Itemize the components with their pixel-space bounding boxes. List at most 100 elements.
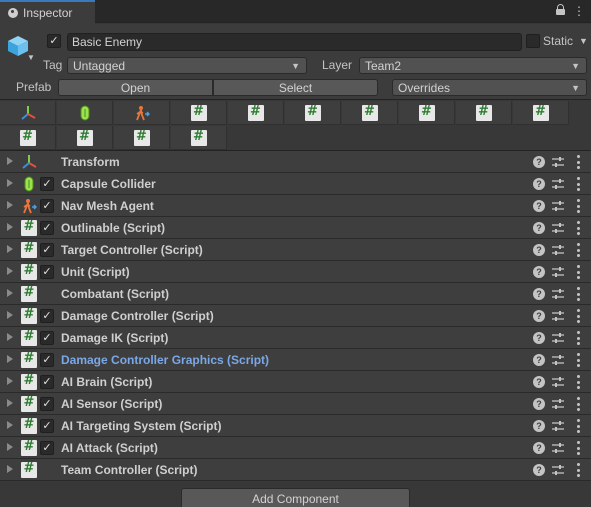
foldout-arrow-icon[interactable]	[7, 443, 13, 451]
presets-icon[interactable]	[552, 398, 564, 410]
component-header-row[interactable]: ✓ Nav Mesh Agent?	[0, 195, 591, 217]
tab-inspector[interactable]: Inspector	[0, 0, 95, 24]
component-grid-cell[interactable]	[228, 101, 284, 125]
help-icon[interactable]: ?	[533, 200, 545, 212]
component-enabled-checkbox[interactable]: ✓	[40, 441, 54, 455]
presets-icon[interactable]	[552, 266, 564, 278]
component-menu-icon[interactable]	[576, 287, 580, 301]
component-enabled-checkbox[interactable]: ✓	[40, 419, 54, 433]
component-menu-icon[interactable]	[576, 419, 580, 433]
component-enabled-checkbox[interactable]: ✓	[40, 243, 54, 257]
add-component-button[interactable]: Add Component	[181, 488, 410, 507]
component-menu-icon[interactable]	[576, 441, 580, 455]
component-menu-icon[interactable]	[576, 265, 580, 279]
presets-icon[interactable]	[552, 222, 564, 234]
help-icon[interactable]: ?	[533, 156, 545, 168]
component-grid-cell[interactable]	[171, 126, 227, 150]
presets-icon[interactable]	[552, 442, 564, 454]
component-menu-icon[interactable]	[576, 397, 580, 411]
component-header-row[interactable]: ✓ Damage Controller (Script)?	[0, 305, 591, 327]
foldout-arrow-icon[interactable]	[7, 377, 13, 385]
component-header-row[interactable]: ✓ AI Attack (Script)?	[0, 437, 591, 459]
presets-icon[interactable]	[552, 178, 564, 190]
component-header-row[interactable]: Transform?	[0, 151, 591, 173]
static-dropdown-arrow-icon[interactable]: ▼	[579, 36, 588, 46]
component-header-row[interactable]: ✓ Capsule Collider?	[0, 173, 591, 195]
presets-icon[interactable]	[552, 200, 564, 212]
component-header-row[interactable]: ✓ AI Sensor (Script)?	[0, 393, 591, 415]
foldout-arrow-icon[interactable]	[7, 179, 13, 187]
help-icon[interactable]: ?	[533, 178, 545, 190]
presets-icon[interactable]	[552, 354, 564, 366]
help-icon[interactable]: ?	[533, 288, 545, 300]
help-icon[interactable]: ?	[533, 420, 545, 432]
foldout-arrow-icon[interactable]	[7, 355, 13, 363]
help-icon[interactable]: ?	[533, 398, 545, 410]
component-grid-cell[interactable]	[57, 126, 113, 150]
presets-icon[interactable]	[552, 288, 564, 300]
component-header-row[interactable]: ✓ Damage Controller Graphics (Script)?	[0, 349, 591, 371]
component-grid-cell[interactable]	[342, 101, 398, 125]
component-grid-cell[interactable]	[513, 101, 569, 125]
tag-dropdown[interactable]: Untagged ▼	[67, 57, 307, 74]
foldout-arrow-icon[interactable]	[7, 245, 13, 253]
prefab-select-button[interactable]: Select	[213, 79, 378, 96]
presets-icon[interactable]	[552, 332, 564, 344]
component-grid-cell[interactable]	[285, 101, 341, 125]
presets-icon[interactable]	[552, 376, 564, 388]
component-grid-cell[interactable]	[399, 101, 455, 125]
prefab-open-button[interactable]: Open	[58, 79, 213, 96]
help-icon[interactable]: ?	[533, 310, 545, 322]
component-enabled-checkbox[interactable]: ✓	[40, 221, 54, 235]
component-header-row[interactable]: ✓ Unit (Script)?	[0, 261, 591, 283]
component-grid-cell[interactable]	[171, 101, 227, 125]
active-checkbox[interactable]: ✓	[47, 34, 61, 48]
component-grid-cell[interactable]	[57, 101, 113, 125]
component-menu-icon[interactable]	[576, 375, 580, 389]
presets-icon[interactable]	[552, 310, 564, 322]
component-menu-icon[interactable]	[576, 155, 580, 169]
component-enabled-checkbox[interactable]: ✓	[40, 199, 54, 213]
component-header-row[interactable]: ✓ AI Brain (Script)?	[0, 371, 591, 393]
kebab-menu-icon[interactable]: ⋮	[573, 4, 585, 18]
help-icon[interactable]: ?	[533, 244, 545, 256]
component-header-row[interactable]: ✓ Target Controller (Script)?	[0, 239, 591, 261]
help-icon[interactable]: ?	[533, 376, 545, 388]
component-grid-cell[interactable]	[0, 101, 56, 125]
component-grid-cell[interactable]	[456, 101, 512, 125]
component-grid-cell[interactable]	[0, 126, 56, 150]
component-header-row[interactable]: ✓ Damage IK (Script)?	[0, 327, 591, 349]
foldout-arrow-icon[interactable]	[7, 289, 13, 297]
component-menu-icon[interactable]	[576, 463, 580, 477]
component-enabled-checkbox[interactable]: ✓	[40, 177, 54, 191]
foldout-arrow-icon[interactable]	[7, 223, 13, 231]
name-field[interactable]: Basic Enemy	[67, 33, 522, 51]
component-grid-cell[interactable]	[114, 101, 170, 125]
component-header-row[interactable]: Team Controller (Script)?	[0, 459, 591, 481]
foldout-arrow-icon[interactable]	[7, 157, 13, 165]
presets-icon[interactable]	[552, 244, 564, 256]
foldout-arrow-icon[interactable]	[7, 421, 13, 429]
component-header-row[interactable]: ✓ AI Targeting System (Script)?	[0, 415, 591, 437]
component-menu-icon[interactable]	[576, 353, 580, 367]
presets-icon[interactable]	[552, 464, 564, 476]
component-enabled-checkbox[interactable]: ✓	[40, 265, 54, 279]
foldout-arrow-icon[interactable]	[7, 465, 13, 473]
component-menu-icon[interactable]	[576, 243, 580, 257]
component-menu-icon[interactable]	[576, 199, 580, 213]
component-enabled-checkbox[interactable]: ✓	[40, 353, 54, 367]
help-icon[interactable]: ?	[533, 332, 545, 344]
component-menu-icon[interactable]	[576, 177, 580, 191]
foldout-arrow-icon[interactable]	[7, 399, 13, 407]
layer-dropdown[interactable]: Team2 ▼	[359, 57, 587, 74]
component-enabled-checkbox[interactable]: ✓	[40, 397, 54, 411]
component-header-row[interactable]: ✓ Outlinable (Script)?	[0, 217, 591, 239]
presets-icon[interactable]	[552, 420, 564, 432]
help-icon[interactable]: ?	[533, 354, 545, 366]
foldout-arrow-icon[interactable]	[7, 333, 13, 341]
foldout-arrow-icon[interactable]	[7, 267, 13, 275]
foldout-arrow-icon[interactable]	[7, 201, 13, 209]
component-enabled-checkbox[interactable]: ✓	[40, 331, 54, 345]
component-header-row[interactable]: Combatant (Script)?	[0, 283, 591, 305]
component-enabled-checkbox[interactable]: ✓	[40, 309, 54, 323]
